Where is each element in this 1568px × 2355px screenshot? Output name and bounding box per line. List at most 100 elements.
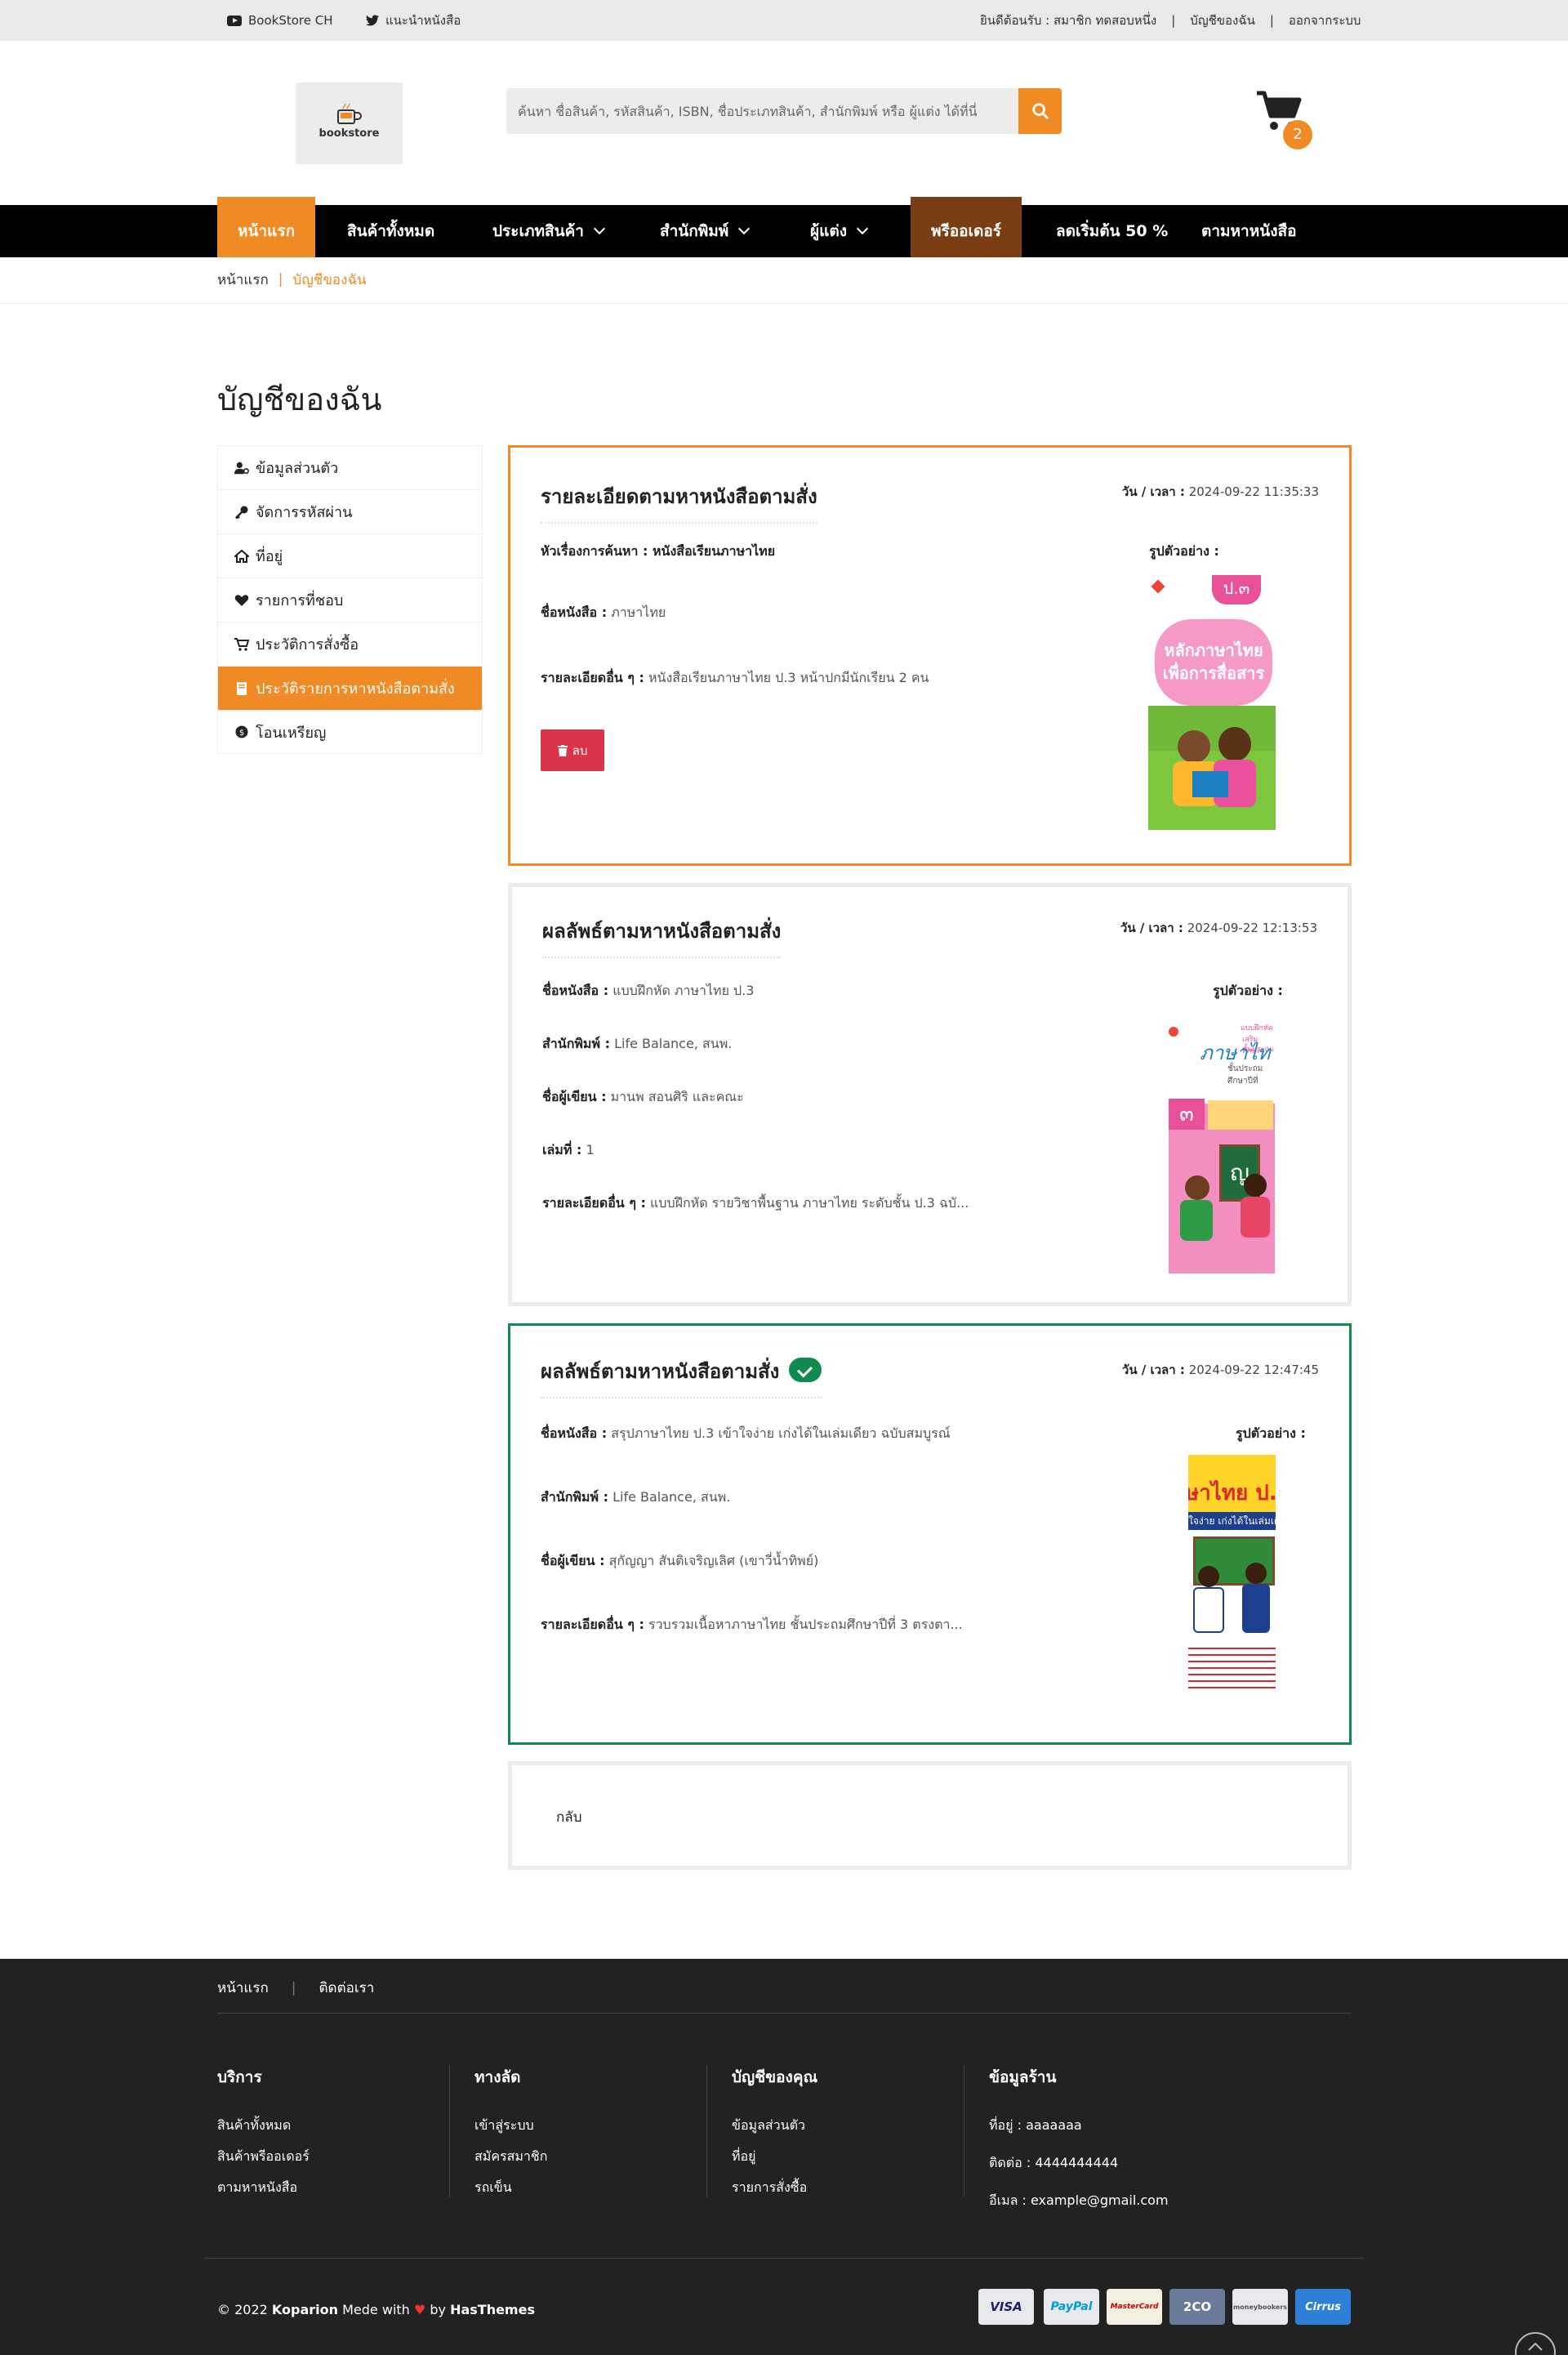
card-title: รายละเอียดตามหาหนังสือตามสั่ง <box>541 480 817 524</box>
card-datetime: วัน / เวลา : 2024-09-22 12:13:53 <box>1120 918 1317 938</box>
youtube-link[interactable]: BookStore CH <box>227 0 333 41</box>
cover-girl-head <box>1245 1563 1267 1584</box>
footer-link[interactable]: สินค้าพรีออเดอร์ <box>217 2147 310 2178</box>
datetime-label: วัน / เวลา : <box>1121 484 1185 499</box>
chevron-down-icon <box>738 222 751 235</box>
logo[interactable]: bookstore <box>296 83 403 164</box>
divider <box>217 2013 1352 2014</box>
cover-text: แบบฝึกหัด <box>1241 1024 1273 1033</box>
store-email: อีเมล : example@gmail.com <box>989 2192 1169 2208</box>
store-phone: ติดต่อ : 4444444444 <box>989 2155 1119 2170</box>
volume-value: 1 <box>586 1142 595 1157</box>
book-name-row: ชื่อหนังสือ : แบบฝึกหัด ภาษาไทย ป.3 <box>542 981 754 1001</box>
sidebar-item-profile[interactable]: ข้อมูลส่วนตัว <box>217 445 483 489</box>
footer-link[interactable]: รายการสั่งซื้อ <box>732 2178 817 2209</box>
search-bar <box>506 88 1062 134</box>
sidebar-item-wishlist[interactable]: รายการที่ชอบ <box>217 578 483 622</box>
sidebar-item-label: ที่อยู่ <box>256 548 283 565</box>
nav-home[interactable]: หน้าแรก <box>217 197 316 257</box>
book-name-label: ชื่อหนังสือ : <box>541 604 608 620</box>
detail-label: รายละเอียดอื่น ๆ : <box>541 1617 644 1632</box>
footer-link[interactable]: เข้าสู่ระบบ <box>474 2116 547 2147</box>
footer-link[interactable]: รถเข็น <box>474 2178 547 2209</box>
cover-girl-head <box>1218 727 1251 761</box>
cart-button[interactable]: 2 <box>1255 90 1314 150</box>
footer-col-shortcuts: ทางลัด เข้าสู่ระบบ สมัครสมาชิก รถเข็น <box>474 2065 547 2209</box>
nav-label: หน้าแรก <box>238 222 296 240</box>
request-detail-card: รายละเอียดตามหาหนังสือตามสั่ง วัน / เวลา… <box>508 445 1352 866</box>
footer-link[interactable]: สินค้าทั้งหมด <box>217 2116 310 2147</box>
cover-subtitle: ใจง่าย เก่งได้ในเล่มเดี <box>1188 1512 1276 1530</box>
footer-link[interactable]: ที่อยู่ <box>732 2147 817 2178</box>
cover-num: ๓ <box>1169 1099 1205 1130</box>
footer-col-store-info: ข้อมูลร้าน ที่อยู่ : aaaaaaa ติดต่อ : 44… <box>989 2065 1169 2228</box>
delete-button[interactable]: ลบ <box>541 729 604 771</box>
coin-icon: $ <box>235 725 248 738</box>
check-icon <box>789 1358 822 1382</box>
sidebar-item-coin-transfer[interactable]: $ โอนเหรียญ <box>217 710 483 754</box>
nav-categories[interactable]: ประเภทสินค้า <box>472 205 624 257</box>
footer-links: หน้าแรก | ติดต่อเรา <box>217 1977 374 1999</box>
detail-label: รายละเอียดอื่น ๆ : <box>541 670 644 685</box>
publisher-label: สำนักพิมพ์ : <box>541 1489 608 1505</box>
nav-sale[interactable]: ลดเริ่มต้น 50 % <box>1036 205 1188 257</box>
book-cover-image: ษาไทย ป. ใจง่าย เก่งได้ในเล่มเดี <box>1188 1455 1276 1706</box>
sidebar-item-password[interactable]: จัดการรหัสผ่าน <box>217 489 483 533</box>
twitter-link[interactable]: แนะนำหนังสือ <box>366 0 461 41</box>
made-with-text: Mede with <box>342 2302 410 2317</box>
volume-label: เล่มที่ : <box>542 1142 582 1157</box>
nav-book-finder[interactable]: ตามหาหนังสือ <box>1181 205 1317 257</box>
footer-col-title: ข้อมูลร้าน <box>989 2068 1057 2086</box>
breadcrumb: หน้าแรก | บัญชีของฉัน <box>217 270 367 289</box>
footer-link[interactable]: ข้อมูลส่วนตัว <box>732 2116 817 2147</box>
book-name-row: ชื่อหนังสือ : ภาษาไทย <box>541 603 666 623</box>
cover-boy-head <box>1198 1566 1219 1587</box>
brand-name[interactable]: Koparion <box>272 2302 338 2317</box>
author-link[interactable]: HasThemes <box>450 2302 535 2317</box>
subject-value: หนังสือเรียนภาษาไทย <box>653 543 776 559</box>
search-icon <box>1031 103 1049 119</box>
heart-icon <box>234 594 249 606</box>
breadcrumb-home[interactable]: หน้าแรก <box>217 269 269 291</box>
nav-publishers[interactable]: สำนักพิมพ์ <box>639 205 768 257</box>
footer-link-contact[interactable]: ติดต่อเรา <box>319 1977 375 1999</box>
breadcrumb-separator: | <box>278 271 283 288</box>
heart-icon: ♥ <box>413 2302 426 2317</box>
author-value: มานพ สอนศิริ และคณะ <box>610 1089 744 1104</box>
nav-authors[interactable]: ผู้แต่ง <box>790 205 887 257</box>
sidebar-item-book-requests[interactable]: ประวัติรายการหาหนังสือตามสั่ง <box>217 666 483 710</box>
datetime-value: 2024-09-22 12:13:53 <box>1187 921 1317 935</box>
chevron-up-icon <box>1528 2342 1543 2351</box>
image-label: รูปตัวอย่าง : <box>1236 1425 1306 1441</box>
author-row: ชื่อผู้เขียน : มานพ สอนศิริ และคณะ <box>542 1087 744 1108</box>
cover-boy-head <box>1185 1175 1209 1200</box>
search-input[interactable] <box>506 88 1018 134</box>
publisher-row: สำนักพิมพ์ : Life Balance, สนพ. <box>542 1034 732 1055</box>
author-label: ชื่อผู้เขียน : <box>541 1553 605 1568</box>
nav-label: พรีออเดอร์ <box>931 222 1002 240</box>
nav-all-products[interactable]: สินค้าทั้งหมด <box>327 205 455 257</box>
trash-icon <box>557 744 568 756</box>
visa-icon: VISA <box>978 2289 1034 2325</box>
logo-text: bookstore <box>318 127 380 140</box>
book-name-value: ภาษาไทย <box>611 604 666 620</box>
sidebar-item-label: ประวัติรายการหาหนังสือตามสั่ง <box>256 680 455 698</box>
page: BookStore CH แนะนำหนังสือ ยินดีต้อนรับ :… <box>0 0 1568 2355</box>
my-account-link[interactable]: บัญชีของฉัน <box>1190 0 1255 41</box>
nav-preorder[interactable]: พรีออเดอร์ <box>911 197 1022 257</box>
book-cover-image: ป.๓ หลักภาษาไทย เพื่อการสื่อสาร <box>1148 575 1276 830</box>
book-name-value: แบบฝึกหัด ภาษาไทย ป.3 <box>612 983 755 998</box>
logout-link[interactable]: ออกจากระบบ <box>1289 0 1361 41</box>
sidebar-item-order-history[interactable]: ประวัติการสั่งซื้อ <box>217 622 483 666</box>
footer-link-home[interactable]: หน้าแรก <box>217 1977 269 1999</box>
footer-link[interactable]: สมัครสมาชิก <box>474 2147 547 2178</box>
card-title: ผลลัพธ์ตามหาหนังสือตามสั่ง <box>541 1355 822 1398</box>
back-button[interactable]: กลับ <box>556 1806 582 1828</box>
footer-link[interactable]: ตามหาหนังสือ <box>217 2178 310 2209</box>
copyright: © 2022 Koparion Mede with ♥ by HasThemes <box>217 2302 535 2317</box>
publisher-label: สำนักพิมพ์ : <box>542 1036 610 1051</box>
main-nav: หน้าแรก สินค้าทั้งหมด ประเภทสินค้า สำนัก… <box>0 197 1568 257</box>
cirrus-icon: Cirrus <box>1295 2289 1351 2325</box>
search-button[interactable] <box>1018 88 1062 134</box>
sidebar-item-address[interactable]: ที่อยู่ <box>217 533 483 578</box>
